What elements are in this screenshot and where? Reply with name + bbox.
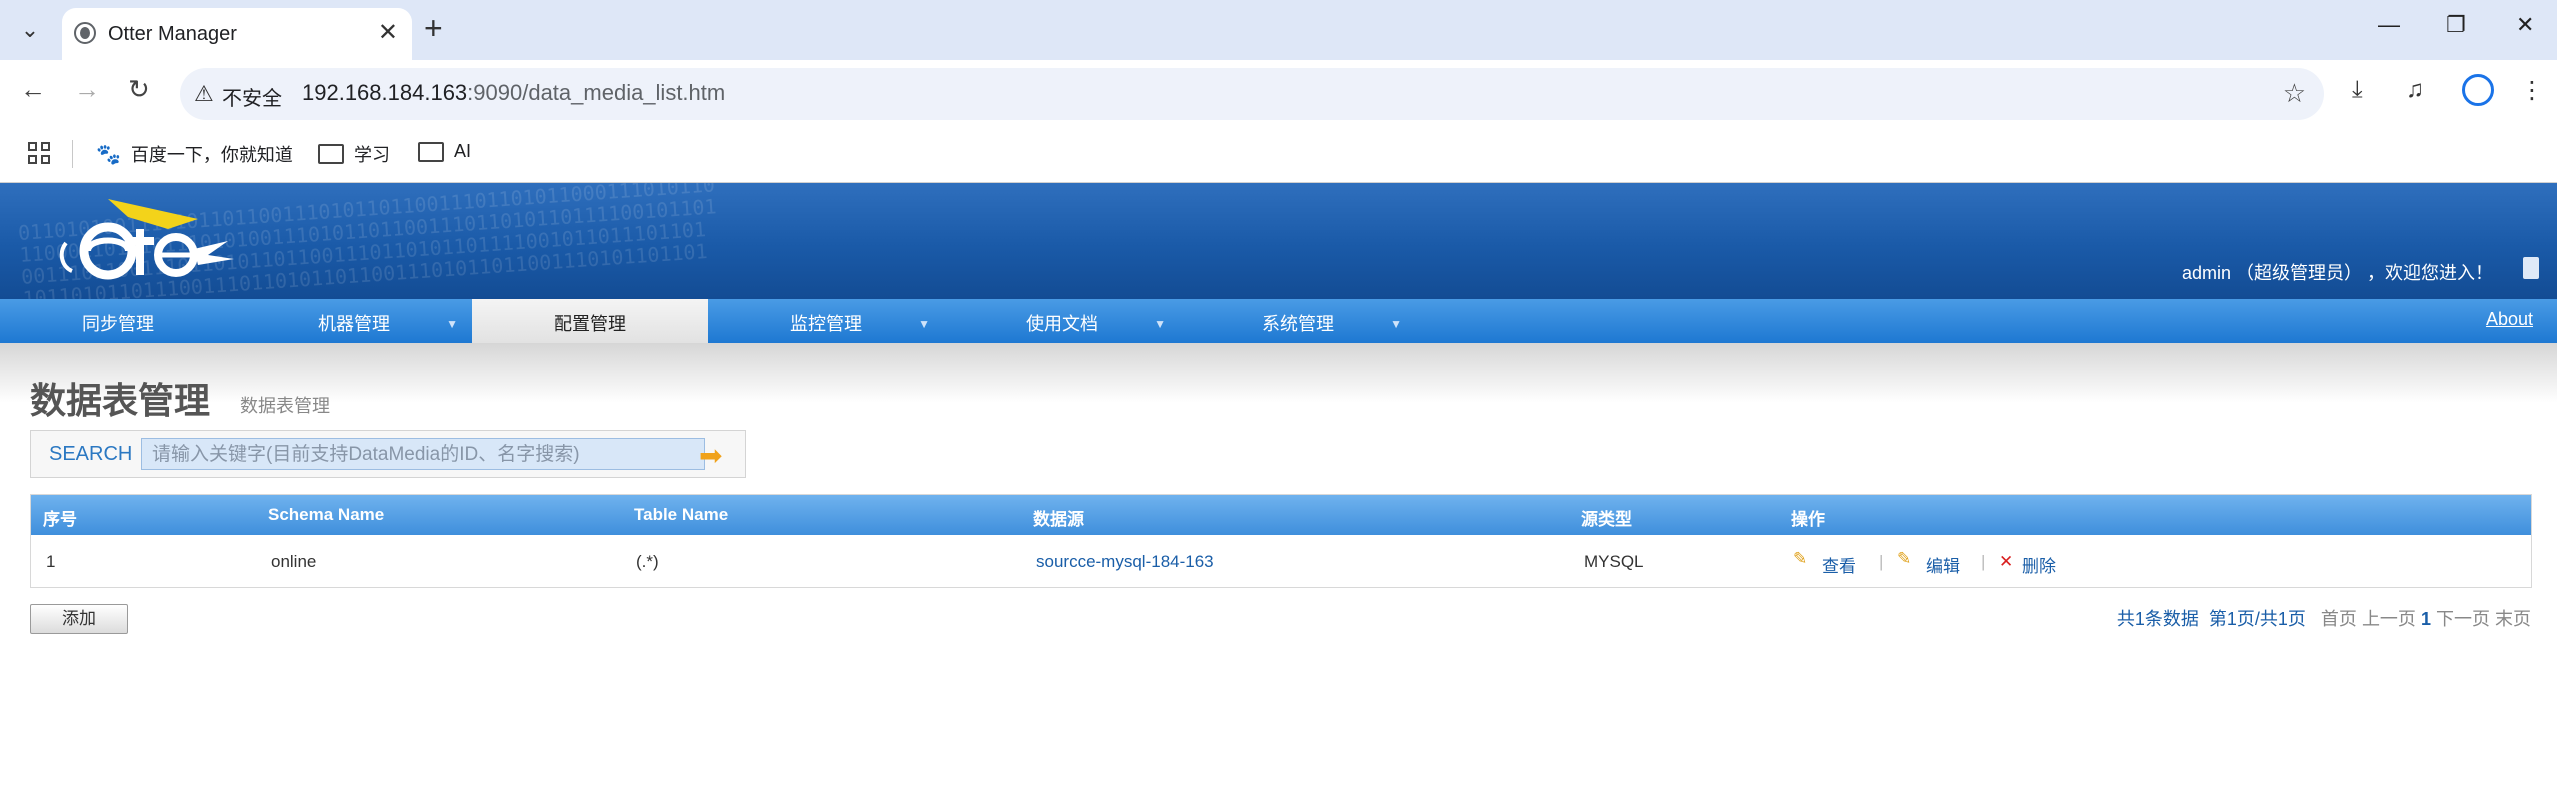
menu-item-machine[interactable]: 机器管理 ▼ bbox=[236, 299, 472, 343]
bookmark-baidu[interactable]: 🐾 百度一下，你就知道 bbox=[96, 141, 293, 167]
folder-icon bbox=[418, 141, 444, 162]
add-button[interactable]: 添加 bbox=[30, 604, 128, 634]
table-row: 1 online (.*) sourcce-mysql-184-163 MYSQ… bbox=[31, 535, 2531, 587]
search-label: SEARCH bbox=[49, 443, 133, 465]
bookmark-label: AI bbox=[454, 141, 472, 161]
pencil-icon: ✎ bbox=[1793, 549, 1808, 568]
datasource-link[interactable]: sourcce-mysql-184-163 bbox=[1036, 552, 1214, 572]
browser-tab[interactable]: Otter Manager ✕ bbox=[62, 8, 412, 60]
folder-icon bbox=[318, 144, 344, 164]
menu-label: 机器管理 bbox=[318, 314, 390, 334]
bookmark-folder-study[interactable]: 学习 bbox=[318, 141, 390, 167]
browser-toolbar: ← → ↻ ⚠ 不安全 192.168.184.163:9090/data_me… bbox=[0, 60, 2557, 128]
bookmark-folder-ai[interactable]: AI bbox=[418, 141, 471, 162]
first-page-link[interactable]: 首页 bbox=[2321, 609, 2357, 629]
delete-x-icon: ✕ bbox=[1999, 552, 2014, 571]
column-header: Schema Name bbox=[268, 505, 385, 524]
url-text[interactable]: 192.168.184.163:9090/data_media_list.htm bbox=[302, 80, 725, 106]
action-separator: | bbox=[1879, 552, 1884, 571]
search-input[interactable]: 请输入关键字(目前支持DataMedia的ID、名字搜索) bbox=[141, 438, 705, 470]
browser-tab-strip: ⌄ Otter Manager ✕ + — ❐ ✕ bbox=[0, 0, 2557, 60]
bookmark-label: 学习 bbox=[354, 145, 390, 165]
about-link[interactable]: About bbox=[2486, 309, 2533, 330]
bookmark-star-icon[interactable]: ☆ bbox=[2283, 78, 2306, 109]
tab-close-icon[interactable]: ✕ bbox=[378, 18, 398, 47]
view-link[interactable]: 查看 bbox=[1822, 552, 1856, 577]
menu-item-sync[interactable]: 同步管理 bbox=[0, 299, 236, 343]
data-media-table: 序号 Schema Name Table Name 数据源 源类型 操作 1 o… bbox=[30, 494, 2532, 588]
profile-avatar-icon[interactable] bbox=[2462, 74, 2494, 106]
menu-label: 配置管理 bbox=[554, 314, 626, 334]
address-bar[interactable]: ⚠ 不安全 192.168.184.163:9090/data_media_li… bbox=[180, 68, 2324, 120]
cell-schema: online bbox=[271, 552, 317, 571]
pencil-icon: ✎ bbox=[1897, 549, 1912, 568]
back-arrow-icon[interactable]: ← bbox=[20, 74, 46, 105]
otter-logo[interactable] bbox=[48, 189, 238, 293]
total-count: 共1条数据 bbox=[2116, 609, 2199, 629]
cell-id: 1 bbox=[46, 552, 56, 571]
menu-label: 监控管理 bbox=[790, 314, 862, 334]
prev-page-link[interactable]: 上一页 bbox=[2362, 609, 2416, 629]
action-separator: | bbox=[1981, 552, 1986, 571]
dropdown-triangle-icon: ▼ bbox=[1390, 317, 1402, 331]
column-header: 操作 bbox=[1791, 510, 1825, 529]
menu-item-monitor[interactable]: 监控管理 ▼ bbox=[708, 299, 944, 343]
column-header: Table Name bbox=[634, 505, 729, 524]
table-header: 序号 Schema Name Table Name 数据源 源类型 操作 bbox=[31, 495, 2531, 535]
page-title: 数据表管理 bbox=[30, 380, 211, 421]
page-top-gradient bbox=[0, 343, 2557, 403]
dropdown-triangle-icon: ▼ bbox=[918, 317, 930, 331]
menu-item-config[interactable]: 配置管理 bbox=[472, 299, 708, 343]
globe-icon bbox=[74, 22, 96, 44]
column-header: 源类型 bbox=[1581, 510, 1632, 529]
insecure-label[interactable]: 不安全 bbox=[222, 82, 282, 111]
tab-title: Otter Manager bbox=[108, 23, 237, 45]
search-panel: SEARCH 请输入关键字(目前支持DataMedia的ID、名字搜索) ➡ bbox=[30, 430, 746, 478]
baidu-paw-icon: 🐾 bbox=[96, 143, 121, 166]
reload-icon[interactable]: ↻ bbox=[128, 74, 150, 105]
app-header-banner: 0110101001110101101100111010110110011101… bbox=[0, 183, 2557, 299]
menu-label: 系统管理 bbox=[1262, 314, 1334, 334]
download-icon[interactable]: ⤓ bbox=[2352, 76, 2363, 104]
url-host: 192.168.184.163 bbox=[302, 80, 468, 105]
dropdown-triangle-icon: ▼ bbox=[1154, 317, 1166, 331]
tab-search-chevron-icon[interactable]: ⌄ bbox=[10, 10, 50, 50]
next-page-link[interactable]: 下一页 bbox=[2436, 609, 2490, 629]
apps-grid-icon[interactable] bbox=[28, 142, 50, 164]
welcome-text: admin （超级管理员） ，欢迎您进入！ bbox=[2181, 263, 2493, 283]
cell-table: (.*) bbox=[636, 552, 659, 571]
delete-link[interactable]: 删除 bbox=[2022, 552, 2056, 577]
menu-label: 同步管理 bbox=[82, 314, 154, 334]
dropdown-triangle-icon: ▼ bbox=[446, 317, 458, 331]
page-info: 第1页/共1页 bbox=[2208, 609, 2306, 629]
bookmark-label: 百度一下，你就知道 bbox=[130, 145, 293, 165]
column-header: 序号 bbox=[43, 510, 77, 529]
close-window-icon[interactable]: ✕ bbox=[2516, 12, 2534, 38]
url-path: :9090/data_media_list.htm bbox=[467, 80, 726, 105]
last-page-link[interactable]: 末页 bbox=[2495, 609, 2531, 629]
minimize-icon[interactable]: — bbox=[2378, 12, 2400, 38]
search-arrow-icon[interactable]: ➡ bbox=[699, 439, 722, 472]
menu-item-docs[interactable]: 使用文档 ▼ bbox=[944, 299, 1180, 343]
more-menu-icon[interactable]: ⋮ bbox=[2520, 76, 2544, 105]
warning-triangle-icon: ⚠ bbox=[194, 81, 214, 106]
current-page: 1 bbox=[2420, 609, 2431, 629]
restore-window-icon[interactable]: ❐ bbox=[2446, 12, 2466, 38]
cell-type: MYSQL bbox=[1584, 552, 1644, 571]
menu-label: 使用文档 bbox=[1026, 314, 1098, 334]
main-menu: 同步管理 机器管理 ▼ 配置管理 监控管理 ▼ 使用文档 ▼ 系统管理 ▼ About bbox=[0, 299, 2557, 343]
forward-arrow-icon[interactable]: → bbox=[74, 74, 100, 105]
bookmarks-bar: 🐾 百度一下，你就知道 学习 AI bbox=[0, 128, 2557, 183]
logout-icon[interactable] bbox=[2523, 257, 2539, 279]
new-tab-button[interactable]: + bbox=[424, 12, 443, 44]
edit-link[interactable]: 编辑 bbox=[1926, 552, 1960, 577]
pagination: 共1条数据 第1页/共1页 首页 上一页 1 下一页 末页 bbox=[2117, 605, 2531, 631]
page-breadcrumb: 数据表管理 bbox=[240, 396, 330, 416]
column-header: 数据源 bbox=[1033, 510, 1084, 529]
media-control-icon[interactable]: ♫ bbox=[2406, 76, 2424, 104]
menu-item-system[interactable]: 系统管理 ▼ bbox=[1180, 299, 1416, 343]
bookmarks-divider bbox=[72, 140, 73, 168]
